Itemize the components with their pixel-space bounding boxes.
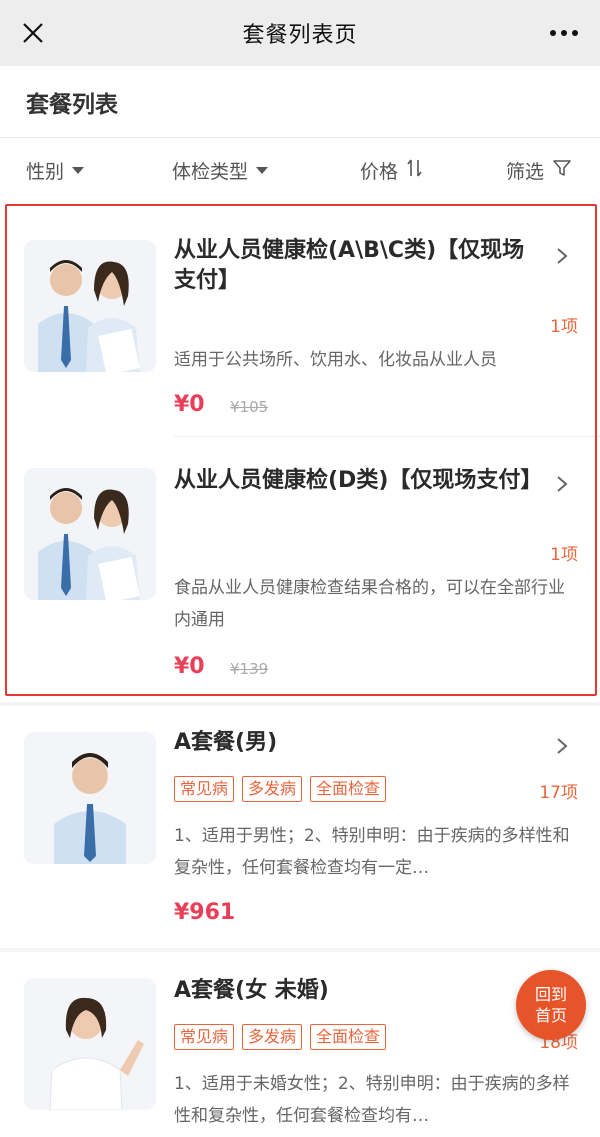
item-count: 17项: [539, 783, 578, 803]
divider: [174, 436, 600, 437]
filter-screen[interactable]: 筛选: [506, 139, 572, 201]
triangle-down-icon: [72, 166, 85, 174]
filter-screen-label: 筛选: [506, 160, 545, 183]
chevron-right-icon[interactable]: [554, 736, 570, 756]
package-description: 1、适用于男性；2、特别申明：由于疾病的多样性和复杂性，任何套餐检查均有一定…: [174, 826, 570, 878]
close-icon[interactable]: [14, 14, 52, 52]
divider: [0, 948, 600, 952]
title-bar: 套餐列表页: [0, 0, 600, 66]
filter-price-label: 价格: [360, 160, 399, 183]
tag: 常见病: [174, 1024, 235, 1050]
back-home-line2: 首页: [534, 1006, 567, 1025]
filter-price[interactable]: 价格: [360, 139, 424, 201]
tag: 多发病: [242, 776, 303, 802]
tag: 全面检查: [310, 1024, 387, 1050]
tag-list: 常见病 多发病 全面检查: [174, 1024, 394, 1050]
package-title[interactable]: 从业人员健康检(D类)【仅现场支付】: [174, 466, 542, 496]
package-description: 适用于公共场所、饮用水、化妆品从业人员: [174, 350, 497, 370]
filter-icon: [552, 158, 572, 183]
tag-list: 常见病 多发病 全面检查: [174, 776, 394, 802]
section-title: 套餐列表: [26, 91, 118, 118]
back-home-button[interactable]: 回到 首页: [516, 970, 586, 1040]
divider: [0, 702, 600, 706]
sort-icon: [406, 158, 424, 183]
package-price: ¥0: [174, 392, 205, 417]
tag: 全面检查: [310, 776, 387, 802]
package-thumbnail: [24, 978, 156, 1110]
package-title[interactable]: A套餐(男): [174, 728, 534, 758]
package-card[interactable]: 从业人员健康检(D类)【仅现场支付】 1项 食品从业人员健康检查结果合格的，可以…: [0, 446, 600, 696]
tag: 多发病: [242, 1024, 303, 1050]
original-price: ¥105: [230, 398, 269, 416]
more-icon[interactable]: [544, 14, 584, 52]
chevron-right-icon[interactable]: [554, 474, 570, 494]
package-card[interactable]: A套餐(男) 常见病 多发病 全面检查 17项 1、适用于男性；2、特别申明：由…: [0, 710, 600, 946]
filter-gender[interactable]: 性别: [26, 139, 85, 201]
package-title[interactable]: 从业人员健康检(A\B\C类)【仅现场支付】: [174, 236, 534, 296]
package-card[interactable]: A套餐(女 未婚) 常见病 多发病 全面检查 18项 1、适用于未婚女性；2、特…: [0, 956, 600, 1137]
package-thumbnail: [24, 468, 156, 600]
back-home-line1: 回到: [534, 985, 567, 1004]
filter-gender-label: 性别: [26, 160, 65, 183]
original-price: ¥139: [230, 660, 269, 678]
package-card[interactable]: 从业人员健康检(A\B\C类)【仅现场支付】 1项 适用于公共场所、饮用水、化妆…: [0, 220, 600, 440]
triangle-down-icon: [256, 166, 269, 174]
item-count: 1项: [550, 545, 578, 565]
filter-exam-type[interactable]: 体检类型: [172, 139, 269, 201]
item-count: 1项: [550, 317, 578, 337]
section-header: 套餐列表: [0, 66, 600, 138]
package-description: 食品从业人员健康检查结果合格的，可以在全部行业内通用: [174, 578, 565, 630]
tag: 常见病: [174, 776, 235, 802]
page-title: 套餐列表页: [242, 23, 358, 48]
chevron-right-icon[interactable]: [554, 246, 570, 266]
package-title[interactable]: A套餐(女 未婚): [174, 976, 534, 1006]
filter-bar: 性别 体检类型 价格 筛选: [0, 139, 600, 201]
package-thumbnail: [24, 240, 156, 372]
filter-exam-type-label: 体检类型: [172, 160, 249, 183]
package-thumbnail: [24, 732, 156, 864]
package-price: ¥961: [174, 900, 236, 925]
package-price: ¥0: [174, 654, 205, 679]
package-description: 1、适用于未婚女性；2、特别申明：由于疾病的多样性和复杂性，任何套餐检查均有…: [174, 1074, 570, 1126]
